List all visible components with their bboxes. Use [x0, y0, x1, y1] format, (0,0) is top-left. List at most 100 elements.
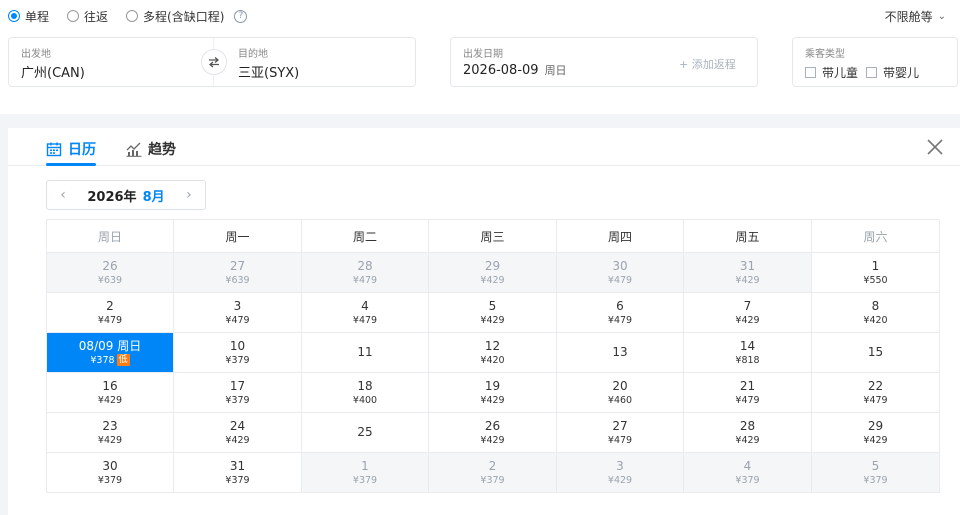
day-number: 08/09 周日: [78, 338, 142, 353]
calendar-day[interactable]: 24 ¥429: [174, 413, 302, 453]
calendar-day[interactable]: 8 ¥420: [812, 293, 940, 333]
calendar-day[interactable]: 3 ¥429: [557, 453, 684, 493]
calendar-day[interactable]: 1 ¥379: [302, 453, 429, 493]
trip-type-multicity[interactable]: 多程(含缺口程): [126, 8, 224, 25]
calendar-day[interactable]: 30 ¥379: [47, 453, 174, 493]
day-price-value: ¥479: [735, 394, 760, 406]
with-child-checkbox[interactable]: 带儿童: [805, 64, 858, 81]
day-number: 19: [484, 378, 501, 393]
day-number: 10: [229, 338, 246, 353]
calendar-day[interactable]: 21 ¥479: [684, 373, 812, 413]
close-icon[interactable]: [924, 136, 946, 158]
calendar-day[interactable]: 3 ¥479: [174, 293, 302, 333]
child-checkbox-box[interactable]: [805, 67, 816, 78]
weekday-header-sun: 周日: [47, 220, 174, 253]
calendar-day[interactable]: 29 ¥429: [812, 413, 940, 453]
day-price: ¥429: [480, 274, 504, 287]
calendar-day[interactable]: 10 ¥379: [174, 333, 302, 373]
arrival-input[interactable]: 三亚(SYX): [238, 62, 299, 81]
calendar-day[interactable]: 28 ¥479: [302, 253, 429, 293]
calendar-day[interactable]: 14 ¥818: [684, 333, 812, 373]
calendar-day[interactable]: 30 ¥479: [557, 253, 684, 293]
day-price-value: ¥479: [863, 394, 888, 406]
day-number: 7: [743, 298, 752, 313]
day-price-value: ¥379: [225, 394, 250, 406]
calendar-day[interactable]: 19 ¥429: [429, 373, 557, 413]
search-header: 单程 往返 多程(含缺口程) ? 不限舱等 ⌄ 出发地 广州(CAN) 目的地 …: [0, 0, 960, 114]
day-number: 27: [612, 418, 628, 433]
calendar-day[interactable]: 17 ¥379: [174, 373, 302, 413]
calendar-day[interactable]: 28 ¥429: [684, 413, 812, 453]
day-price: ¥379: [480, 474, 504, 487]
calendar-day[interactable]: 13: [557, 333, 684, 373]
departure-date-input[interactable]: 2026-08-09 周日: [463, 62, 567, 78]
calendar-day[interactable]: 11: [302, 333, 429, 373]
day-price: ¥379: [225, 354, 249, 367]
radio-roundtrip[interactable]: [67, 10, 80, 22]
day-price-value: ¥429: [735, 274, 760, 286]
swap-cities-button[interactable]: [201, 49, 227, 75]
calendar-day[interactable]: 18 ¥400: [302, 373, 429, 413]
day-price-value: ¥479: [97, 314, 123, 326]
calendar-day[interactable]: 26 ¥429: [429, 413, 557, 453]
day-price: ¥479: [225, 314, 249, 327]
chevron-down-icon: ⌄: [937, 11, 946, 22]
lowest-price-badge: 低: [116, 353, 130, 366]
calendar-day[interactable]: 15: [812, 333, 940, 373]
day-number: 15: [867, 345, 884, 359]
calendar-day[interactable]: 4 ¥379: [684, 453, 812, 493]
day-number: 24: [229, 418, 246, 433]
day-price-value: ¥429: [863, 434, 888, 446]
calendar-day[interactable]: 5 ¥379: [812, 453, 940, 493]
help-icon[interactable]: ?: [234, 9, 248, 23]
trip-type-oneway[interactable]: 单程: [8, 8, 49, 25]
day-number: 14: [739, 338, 756, 353]
day-price: ¥379: [98, 474, 122, 487]
radio-oneway[interactable]: [8, 10, 20, 22]
passenger-type-label: 乘客类型: [805, 49, 845, 60]
day-price: ¥550: [863, 274, 887, 287]
date-selector[interactable]: 出发日期 2026-08-09 周日 + 添加返程: [450, 37, 758, 87]
radio-multicity[interactable]: [126, 10, 139, 22]
calendar-day[interactable]: 20 ¥460: [557, 373, 684, 413]
tab-calendar[interactable]: 日历: [46, 138, 96, 160]
day-price-value: ¥460: [607, 394, 633, 406]
next-month-button[interactable]: ›: [183, 187, 195, 203]
calendar-day[interactable]: 16 ¥429: [47, 373, 174, 413]
calendar-day[interactable]: 1 ¥550: [812, 253, 940, 293]
calendar-day[interactable]: 27 ¥479: [557, 413, 684, 453]
calendar-day[interactable]: 2 ¥479: [47, 293, 174, 333]
calendar-day-selected[interactable]: 08/09 周日 ¥378 低: [47, 333, 174, 373]
day-price: ¥639: [225, 274, 249, 287]
prev-month-button[interactable]: ‹: [57, 187, 69, 203]
calendar-day[interactable]: 23 ¥429: [47, 413, 174, 453]
day-number: 30: [102, 458, 118, 473]
calendar-day[interactable]: 31 ¥379: [174, 453, 302, 493]
calendar-day[interactable]: 7 ¥429: [684, 293, 812, 333]
trip-type-roundtrip[interactable]: 往返: [67, 8, 108, 25]
calendar-day[interactable]: 6 ¥479: [557, 293, 684, 333]
calendar-day[interactable]: 31 ¥429: [684, 253, 812, 293]
day-price-value: ¥429: [97, 434, 123, 446]
departure-input[interactable]: 广州(CAN): [21, 62, 85, 81]
calendar-day[interactable]: 29 ¥429: [429, 253, 557, 293]
day-price-value: ¥429: [480, 434, 505, 446]
infant-checkbox-box[interactable]: [866, 67, 877, 78]
calendar-day[interactable]: 27 ¥639: [174, 253, 302, 293]
day-price: ¥379: [353, 474, 377, 487]
calendar-day[interactable]: 4 ¥479: [302, 293, 429, 333]
calendar-day[interactable]: 12 ¥420: [429, 333, 557, 373]
calendar-day[interactable]: 25: [302, 413, 429, 453]
calendar-day[interactable]: 26 ¥639: [47, 253, 174, 293]
tab-trend[interactable]: 趋势: [126, 138, 176, 160]
add-return-button[interactable]: + 添加返程: [679, 56, 736, 72]
with-infant-checkbox[interactable]: 带婴儿: [866, 64, 919, 81]
arrival-label: 目的地: [238, 49, 268, 60]
day-price: ¥479: [353, 314, 377, 327]
cabin-class-dropdown[interactable]: 不限舱等 ⌄: [885, 8, 946, 25]
day-price-value: ¥429: [480, 394, 505, 406]
current-month: 2026年 8月: [87, 186, 164, 205]
calendar-day[interactable]: 2 ¥379: [429, 453, 557, 493]
calendar-day[interactable]: 22 ¥479: [812, 373, 940, 413]
calendar-day[interactable]: 5 ¥429: [429, 293, 557, 333]
